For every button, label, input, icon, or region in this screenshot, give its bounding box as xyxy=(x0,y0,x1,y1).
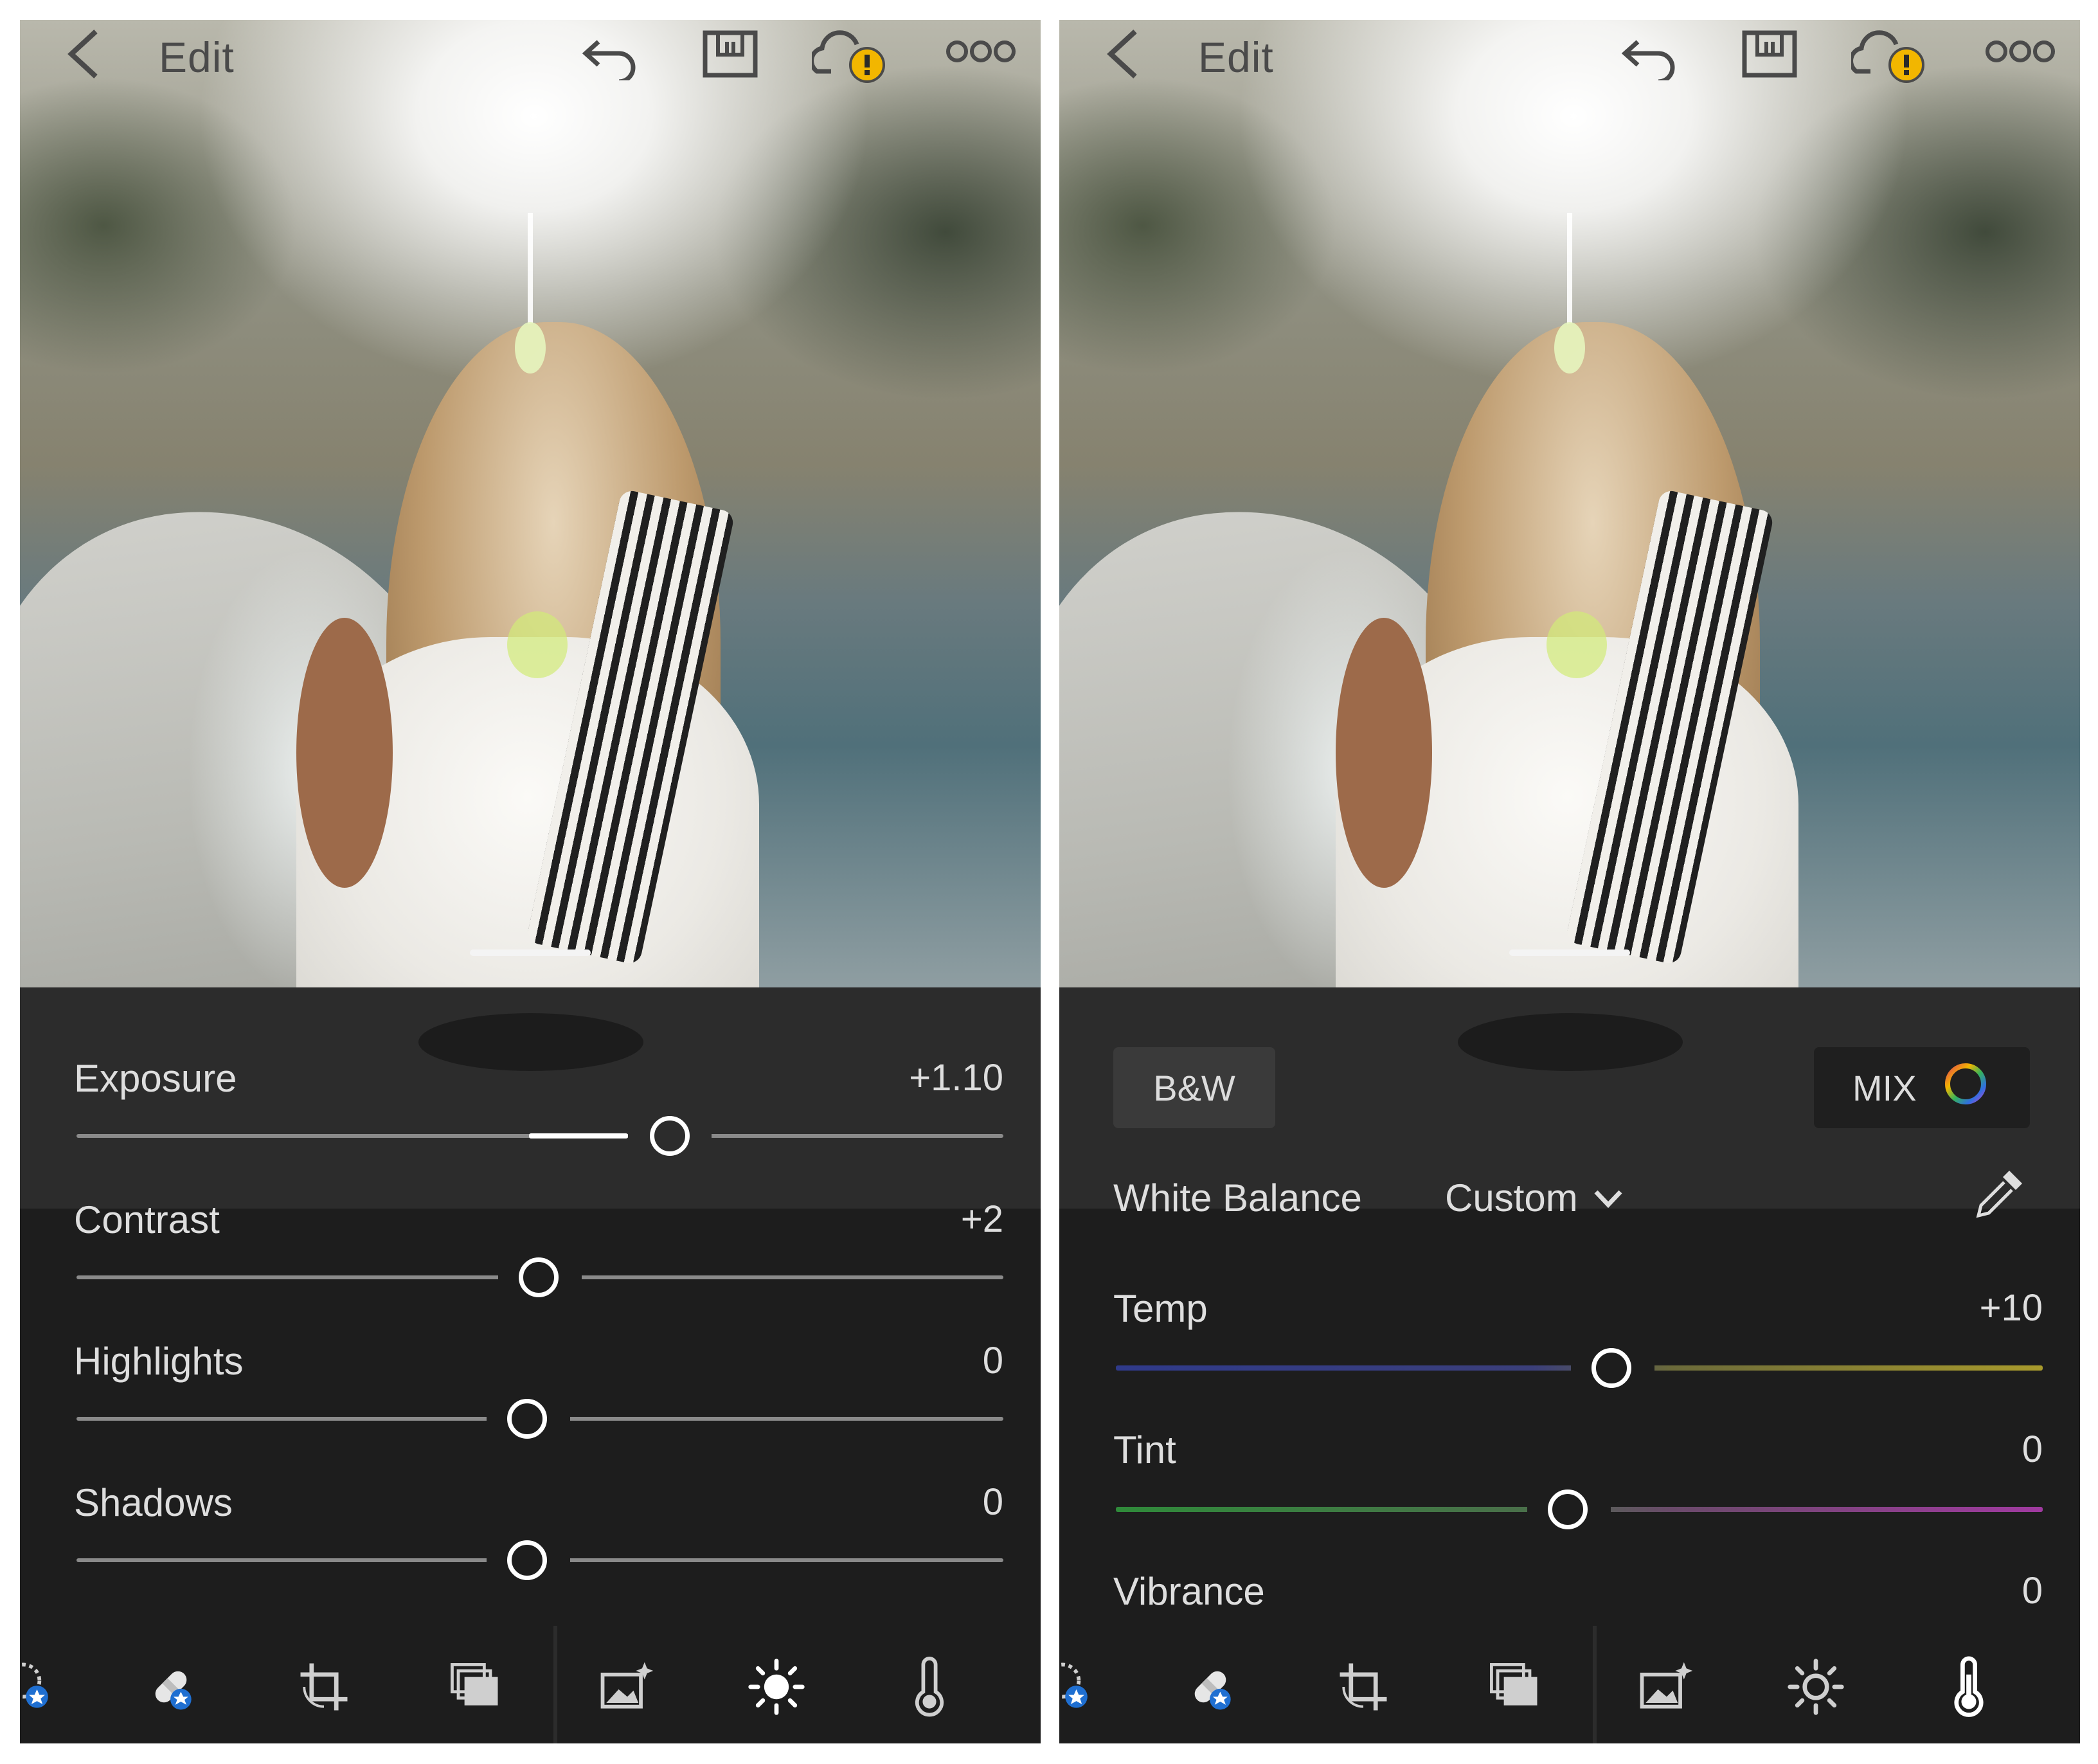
panel-drag-handle[interactable] xyxy=(470,950,591,956)
photo-flare xyxy=(1554,322,1585,374)
tint-label: Tint xyxy=(1113,1428,1176,1472)
undo-icon[interactable] xyxy=(1618,29,1683,84)
vibrance-label: Vibrance xyxy=(1113,1570,1265,1613)
undo-icon[interactable] xyxy=(579,29,643,84)
crop-icon[interactable] xyxy=(289,1652,359,1722)
back-icon[interactable] xyxy=(1098,25,1149,86)
profile-icon[interactable] xyxy=(439,1652,510,1722)
bw-button[interactable]: B&W xyxy=(1113,1047,1275,1128)
slider-knob[interactable] xyxy=(507,1540,547,1580)
toolbar-divider xyxy=(553,1626,557,1743)
photo-flare xyxy=(507,611,568,678)
slider-fill xyxy=(529,1133,628,1138)
back-icon[interactable] xyxy=(58,25,110,86)
highlights-label: Highlights xyxy=(74,1340,244,1383)
save-icon[interactable] xyxy=(701,29,759,84)
mix-button[interactable]: MIX xyxy=(1814,1047,2030,1128)
page-title: Edit xyxy=(1198,33,1274,81)
white-balance-value: Custom xyxy=(1445,1176,1578,1220)
photo-flare xyxy=(515,322,546,374)
slider-knob[interactable] xyxy=(507,1399,547,1439)
cloud-warning-icon[interactable] xyxy=(1849,29,1935,90)
save-icon[interactable] xyxy=(1741,29,1798,84)
tint-value: 0 xyxy=(2022,1428,2043,1470)
photo-shadow xyxy=(418,1013,643,1071)
slider-knob[interactable] xyxy=(1548,1490,1588,1529)
photo-preview[interactable]: Edit xyxy=(20,20,1041,987)
highlights-value: 0 xyxy=(982,1340,1003,1382)
photo-arm xyxy=(296,618,393,888)
exposure-value: +1.10 xyxy=(909,1057,1003,1099)
more-icon[interactable] xyxy=(946,29,1016,77)
auto-icon[interactable] xyxy=(591,1652,661,1722)
healing-icon[interactable] xyxy=(136,1652,206,1722)
color-icon[interactable] xyxy=(894,1652,965,1722)
photo-flare xyxy=(1547,611,1607,678)
photo-preview[interactable]: Edit xyxy=(1059,20,2080,987)
shadows-value: 0 xyxy=(982,1481,1003,1523)
selective-icon[interactable] xyxy=(1059,1652,1104,1722)
light-icon[interactable] xyxy=(1780,1652,1851,1722)
toolbar-divider xyxy=(1593,1626,1597,1743)
bottom-toolbar xyxy=(20,1626,1041,1743)
white-balance-label: White Balance xyxy=(1113,1176,1362,1220)
color-edit-panel: Edit B&W MIX White Balance Custom Temp +… xyxy=(1059,20,2080,1743)
slider-knob[interactable] xyxy=(650,1116,690,1156)
crop-icon[interactable] xyxy=(1328,1652,1399,1722)
more-icon[interactable] xyxy=(1985,29,2056,77)
light-icon[interactable] xyxy=(741,1652,812,1722)
chevron-down-icon xyxy=(1592,1176,1624,1220)
page-title: Edit xyxy=(159,33,235,81)
selective-icon[interactable] xyxy=(20,1652,65,1722)
photo-arm xyxy=(1336,618,1432,888)
light-edit-panel: Edit Exposure +1.10 Contrast +2 Highligh… xyxy=(20,20,1041,1743)
shadows-label: Shadows xyxy=(74,1481,233,1524)
temp-label: Temp xyxy=(1113,1287,1208,1330)
healing-icon[interactable] xyxy=(1175,1652,1246,1722)
color-wheel-icon xyxy=(1942,1061,1989,1115)
top-bar: Edit xyxy=(20,20,1041,97)
slider-knob[interactable] xyxy=(1591,1348,1631,1388)
contrast-value: +2 xyxy=(960,1198,1003,1240)
color-icon[interactable] xyxy=(1933,1652,2004,1722)
eyedropper-icon[interactable] xyxy=(1971,1164,2029,1225)
slider-knob[interactable] xyxy=(519,1257,559,1297)
mix-label: MIX xyxy=(1852,1067,1917,1108)
bottom-toolbar xyxy=(1059,1626,2080,1743)
cloud-warning-icon[interactable] xyxy=(809,29,895,90)
photo-shadow xyxy=(1458,1013,1683,1071)
vibrance-value: 0 xyxy=(2022,1570,2043,1612)
exposure-label: Exposure xyxy=(74,1057,237,1100)
temp-value: +10 xyxy=(1979,1287,2043,1329)
contrast-label: Contrast xyxy=(74,1198,220,1241)
panel-drag-handle[interactable] xyxy=(1509,950,1630,956)
top-bar: Edit xyxy=(1059,20,2080,97)
auto-icon[interactable] xyxy=(1630,1652,1701,1722)
white-balance-dropdown[interactable]: Custom xyxy=(1445,1176,1624,1220)
profile-icon[interactable] xyxy=(1478,1652,1549,1722)
